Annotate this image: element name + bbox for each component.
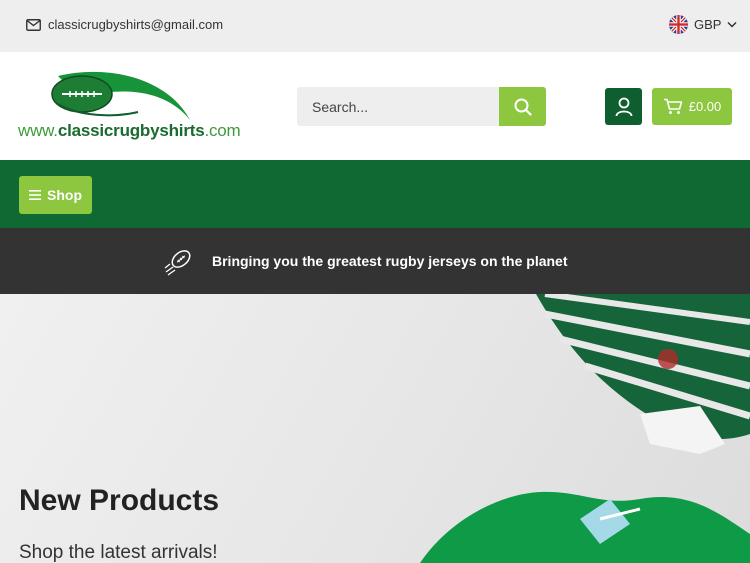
promo-text: Bringing you the greatest rugby jerseys … [212, 253, 568, 269]
hero-title: New Products [19, 484, 220, 517]
shop-label: Shop [47, 187, 82, 203]
chevron-down-icon [727, 21, 737, 28]
shop-menu-button[interactable]: Shop [19, 176, 92, 214]
email-text[interactable]: classicrugbyshirts@gmail.com [48, 17, 223, 32]
user-icon [615, 97, 632, 116]
rugby-ball-icon [164, 250, 191, 276]
cart-total: £0.00 [688, 99, 722, 114]
contact-email[interactable]: classicrugbyshirts@gmail.com [26, 17, 223, 32]
search-button[interactable] [499, 87, 546, 126]
hero-jersey-image [420, 294, 750, 563]
cart-icon [663, 98, 683, 114]
top-bar: classicrugbyshirts@gmail.com GBP [0, 0, 750, 52]
hero-subtitle: Shop the latest arrivals! [19, 542, 218, 563]
search-icon [514, 98, 532, 116]
account-button[interactable] [605, 88, 642, 125]
uk-flag-icon [669, 15, 688, 34]
hero-banner[interactable]: New Products Shop the latest arrivals! [0, 294, 750, 563]
currency-selector[interactable]: GBP [669, 15, 737, 34]
search-input[interactable]: Search... [312, 99, 368, 115]
logo-text[interactable]: www.classicrugbyshirts.com [18, 121, 241, 141]
cart-button[interactable]: £0.00 [652, 88, 732, 125]
nav-bar: Shop [0, 160, 750, 228]
search-bar: Search... [297, 87, 546, 126]
mail-icon [26, 18, 41, 31]
promo-banner: Bringing you the greatest rugby jerseys … [0, 228, 750, 294]
hamburger-icon [29, 190, 41, 200]
currency-label: GBP [694, 17, 722, 32]
